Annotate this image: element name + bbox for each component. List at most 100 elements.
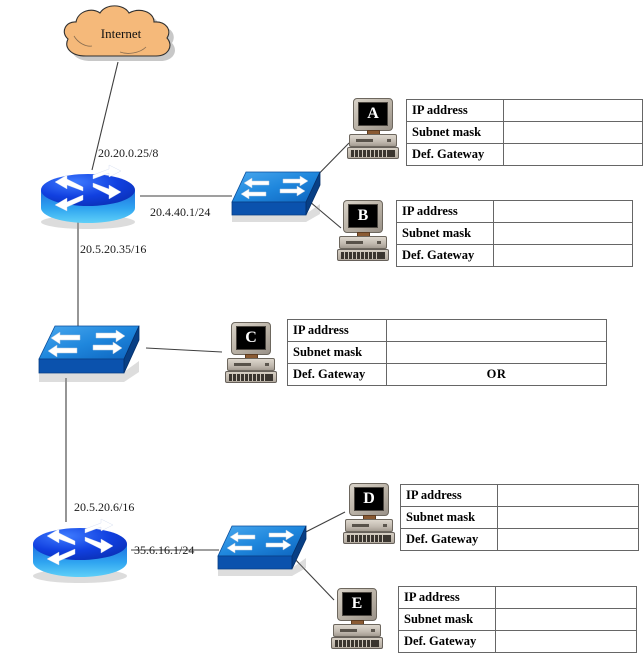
- computer-case: [227, 358, 275, 371]
- keyboard-keys: [351, 150, 389, 157]
- wire-switch-middle-to-pc-c: [145, 347, 223, 353]
- internet-cloud: Internet: [58, 2, 184, 68]
- switch-top[interactable]: [228, 168, 324, 222]
- row-label-gateway: Def. Gateway: [406, 143, 504, 166]
- pc-b[interactable]: B: [337, 200, 389, 262]
- monitor-screen-label: E: [342, 592, 372, 616]
- drive-slot-icon: [356, 139, 373, 142]
- switch-middle[interactable]: [34, 322, 140, 382]
- table-row: IP address: [287, 319, 607, 342]
- row-label-mask: Subnet mask: [400, 506, 498, 529]
- switch-icon: [231, 171, 321, 222]
- pc-e[interactable]: E: [331, 588, 383, 650]
- router-icon: [33, 518, 127, 583]
- row-value-ip[interactable]: [503, 99, 643, 122]
- row-value-ip[interactable]: [497, 484, 639, 507]
- table-row: Def. Gateway: [396, 244, 633, 267]
- power-led-icon: [377, 241, 381, 244]
- computer-case: [333, 624, 381, 637]
- drive-slot-icon: [234, 363, 251, 366]
- switch-bottom[interactable]: [214, 522, 310, 576]
- keyboard-icon: [347, 147, 399, 159]
- keypad-icon: [372, 640, 379, 647]
- router-icon: [41, 164, 135, 229]
- table-row: Subnet mask: [400, 506, 639, 529]
- row-value-mask[interactable]: [493, 222, 633, 245]
- keyboard-icon: [337, 249, 389, 261]
- row-label-mask: Subnet mask: [406, 121, 504, 144]
- monitor-screen-label: A: [358, 102, 388, 126]
- table-row: Subnet mask: [406, 121, 643, 144]
- row-value-gateway[interactable]: OR: [386, 363, 607, 386]
- keyboard-icon: [343, 532, 395, 544]
- router-bottom[interactable]: [28, 518, 132, 584]
- row-value-ip[interactable]: [386, 319, 607, 342]
- row-value-gateway[interactable]: [493, 244, 633, 267]
- table-row: IP address: [406, 99, 643, 122]
- label-router-top-uplink: 20.20.0.25/8: [98, 146, 159, 160]
- row-label-gateway: Def. Gateway: [287, 363, 387, 386]
- power-led-icon: [265, 363, 269, 366]
- row-label-ip: IP address: [287, 319, 387, 342]
- config-table-b: IP address Subnet mask Def. Gateway: [396, 200, 633, 267]
- row-label-mask: Subnet mask: [398, 608, 496, 631]
- table-row: Def. Gateway: [406, 143, 643, 166]
- keypad-icon: [384, 535, 391, 542]
- table-row: Subnet mask: [287, 341, 607, 364]
- power-led-icon: [387, 139, 391, 142]
- row-label-mask: Subnet mask: [396, 222, 494, 245]
- keyboard-keys: [341, 252, 379, 259]
- keyboard-icon: [331, 637, 383, 649]
- monitor-screen-label: D: [354, 487, 384, 511]
- row-value-gateway[interactable]: [497, 528, 639, 551]
- label-router-top-downlink: 20.5.20.35/16: [80, 242, 147, 256]
- switch-icon: [217, 525, 307, 576]
- table-row: IP address: [400, 484, 639, 507]
- config-table-e: IP address Subnet mask Def. Gateway: [398, 586, 637, 653]
- keyboard-keys: [347, 535, 385, 542]
- row-value-ip[interactable]: [493, 200, 633, 223]
- keypad-icon: [388, 150, 395, 157]
- monitor-screen-label: B: [348, 204, 378, 228]
- label-router-top-lan: 20.4.40.1/24: [150, 205, 211, 219]
- table-row: Subnet mask: [398, 608, 637, 631]
- pc-a[interactable]: A: [347, 98, 399, 160]
- row-value-gateway[interactable]: [503, 143, 643, 166]
- row-value-mask[interactable]: [497, 506, 639, 529]
- table-row: Def. Gateway OR: [287, 363, 607, 386]
- power-led-icon: [383, 524, 387, 527]
- row-value-mask[interactable]: [386, 341, 607, 364]
- power-led-icon: [371, 629, 375, 632]
- table-row: Subnet mask: [396, 222, 633, 245]
- keyboard-keys: [335, 640, 373, 647]
- row-label-ip: IP address: [398, 586, 496, 609]
- table-row: Def. Gateway: [398, 630, 637, 653]
- pc-c[interactable]: C: [225, 322, 277, 384]
- pc-d[interactable]: D: [343, 483, 395, 545]
- row-value-ip[interactable]: [495, 586, 637, 609]
- network-diagram-canvas: Internet 20.20.0.25/8 20.4.40.1/24 20.5.…: [0, 0, 643, 669]
- label-router-bottom-uplink: 20.5.20.6/16: [74, 500, 135, 514]
- table-row: Def. Gateway: [400, 528, 639, 551]
- computer-case: [345, 519, 393, 532]
- row-value-mask[interactable]: [495, 608, 637, 631]
- computer-case: [339, 236, 387, 249]
- row-label-gateway: Def. Gateway: [400, 528, 498, 551]
- keyboard-icon: [225, 371, 277, 383]
- row-label-gateway: Def. Gateway: [398, 630, 496, 653]
- row-label-ip: IP address: [406, 99, 504, 122]
- router-top[interactable]: [36, 164, 140, 230]
- label-router-bottom-lan: 35.6.16.1/24: [134, 543, 195, 557]
- row-value-gateway[interactable]: [495, 630, 637, 653]
- row-label-ip: IP address: [396, 200, 494, 223]
- row-label-ip: IP address: [400, 484, 498, 507]
- drive-slot-icon: [340, 629, 357, 632]
- keypad-icon: [266, 374, 273, 381]
- row-value-mask[interactable]: [503, 121, 643, 144]
- row-label-gateway: Def. Gateway: [396, 244, 494, 267]
- keypad-icon: [378, 252, 385, 259]
- switch-icon: [38, 325, 140, 382]
- config-table-d: IP address Subnet mask Def. Gateway: [400, 484, 639, 551]
- table-row: IP address: [398, 586, 637, 609]
- drive-slot-icon: [352, 524, 369, 527]
